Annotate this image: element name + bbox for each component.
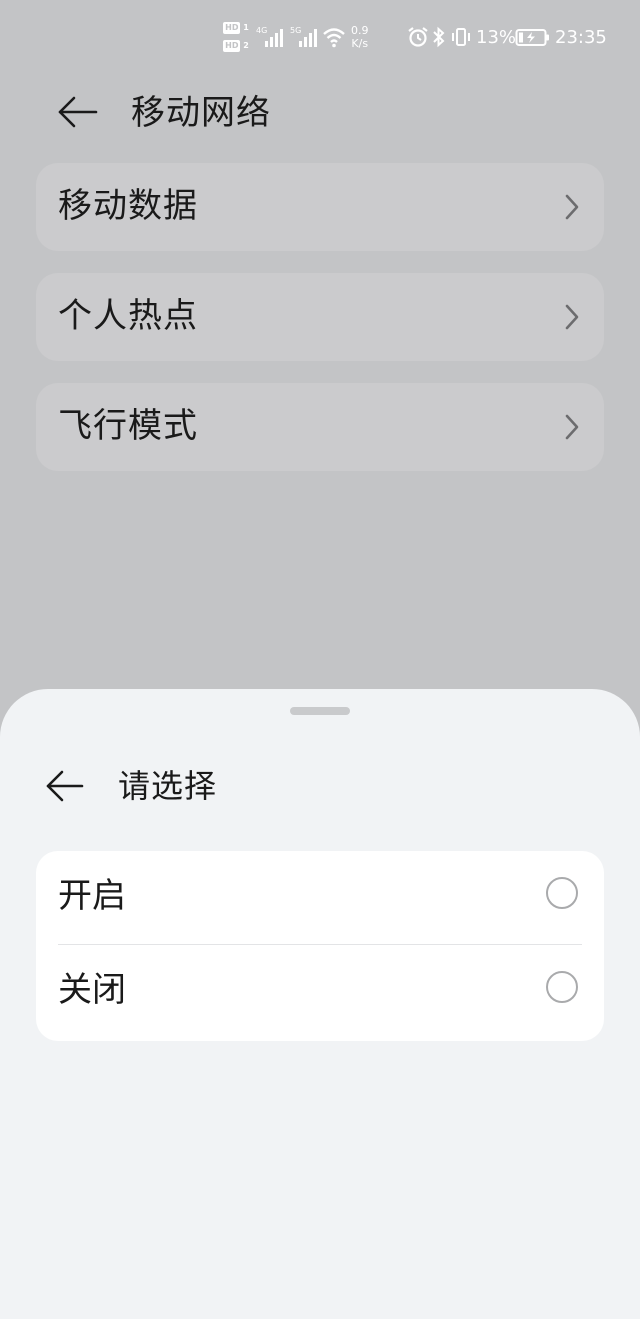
menu-item-label: 移动数据	[58, 186, 198, 226]
signal-sim1-icon	[265, 29, 283, 47]
vibrate-icon	[452, 28, 470, 46]
chevron-right-icon	[565, 304, 579, 330]
menu-item-personal-hotspot[interactable]: 个人热点	[36, 273, 604, 361]
drag-handle[interactable]	[290, 707, 350, 715]
chevron-right-icon	[565, 194, 579, 220]
battery-percent: 13%	[476, 27, 517, 48]
option-label: 开启	[58, 876, 126, 916]
option-off[interactable]: 关闭	[36, 945, 604, 1033]
sheet-title: 请选择	[118, 767, 218, 805]
status-bar: HD 1 HD 2 4G 5G 0.9 K/s 13% 23:35	[0, 0, 640, 76]
menu-item-label: 个人热点	[58, 296, 198, 336]
menu-item-label: 飞行模式	[58, 406, 198, 446]
battery-charging-icon	[515, 29, 549, 46]
signal-sim2-icon	[299, 29, 317, 47]
page-title: 移动网络	[131, 93, 271, 133]
option-on[interactable]: 开启	[36, 851, 604, 939]
back-arrow-icon[interactable]	[56, 92, 100, 132]
radio-button[interactable]	[546, 971, 578, 1003]
chevron-right-icon	[565, 414, 579, 440]
screen: HD 1 HD 2 4G 5G 0.9 K/s 13% 23:35 移动网络 移…	[0, 0, 640, 1319]
menu-item-mobile-data[interactable]: 移动数据	[36, 163, 604, 251]
hd-sim1-indicator: HD 1	[223, 22, 249, 34]
alarm-icon	[408, 27, 428, 47]
radio-button[interactable]	[546, 877, 578, 909]
options-card: 开启 关闭	[36, 851, 604, 1041]
wifi-icon	[323, 28, 345, 48]
menu-item-airplane-mode[interactable]: 飞行模式	[36, 383, 604, 471]
clock: 23:35	[555, 27, 607, 48]
bluetooth-icon	[433, 26, 445, 48]
hd-sim2-indicator: HD 2	[223, 40, 249, 52]
network-speed: 0.9 K/s	[351, 24, 369, 50]
sheet-back-arrow-icon[interactable]	[44, 766, 88, 806]
option-label: 关闭	[58, 970, 126, 1010]
bottom-sheet: 请选择 开启 关闭	[0, 689, 640, 1319]
